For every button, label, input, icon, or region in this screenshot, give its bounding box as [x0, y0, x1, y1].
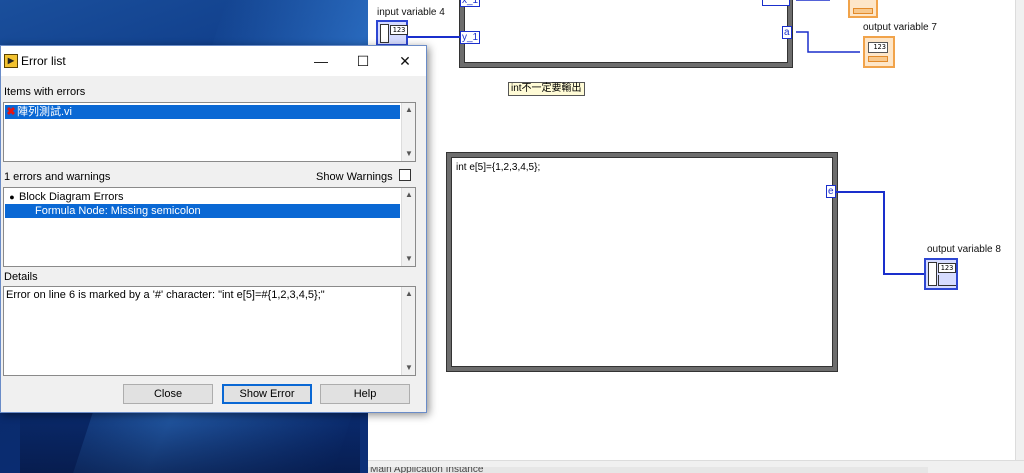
- details-label: Details: [4, 271, 38, 283]
- details-scrollbar[interactable]: ▲ ▼: [401, 287, 415, 375]
- node-numeric-glyph: 123: [868, 42, 888, 53]
- node-side: [380, 24, 389, 43]
- error-x-icon: ✖: [6, 106, 16, 118]
- errors-list[interactable]: ● Block Diagram Errors Formula Node: Miss…: [3, 187, 416, 267]
- items-with-errors-label: Items with errors: [4, 86, 86, 98]
- node-numeric-glyph: 123: [390, 25, 408, 35]
- close-button[interactable]: Close: [123, 384, 213, 404]
- item-name: 陣列測試.vi: [17, 106, 72, 118]
- node-numeric-glyph: 123: [938, 263, 956, 273]
- list-item[interactable]: ● Block Diagram Errors: [5, 190, 400, 204]
- show-warnings-checkbox[interactable]: [399, 169, 411, 181]
- details-box[interactable]: Error on line 6 is marked by a '#' chara…: [3, 286, 416, 376]
- status-bar-text: Main Application Instance: [370, 467, 484, 473]
- indicator-bar: [853, 8, 873, 14]
- show-error-button[interactable]: Show Error: [222, 384, 312, 404]
- input-variable-4-label: input variable 4: [377, 7, 445, 18]
- error-group-label: Block Diagram Errors: [19, 191, 124, 203]
- output-variable-7-node[interactable]: 123: [863, 36, 895, 68]
- dialog-titlebar[interactable]: ▶ Error list — ☐ ✕: [1, 46, 426, 76]
- list-item[interactable]: ✖陣列測試.vi: [5, 105, 400, 119]
- show-warnings-label[interactable]: Show Warnings: [316, 171, 393, 183]
- input-variable-4-node[interactable]: 123: [376, 20, 408, 46]
- status-bar: Main Application Instance: [368, 467, 928, 473]
- output-variable-7-label: output variable 7: [863, 22, 937, 33]
- wire-output-7[interactable]: [796, 31, 860, 53]
- diagram-comment[interactable]: int不一定要輸出: [508, 82, 585, 96]
- bullet-icon: ●: [9, 192, 15, 202]
- error-list-dialog[interactable]: ▶ Error list — ☐ ✕ Items with errors ✖陣列…: [0, 45, 427, 413]
- top-right-indicator[interactable]: [848, 0, 878, 18]
- maximize-button[interactable]: ☐: [345, 50, 381, 72]
- errors-count-label: 1 errors and warnings: [4, 171, 111, 183]
- node-lines: [938, 275, 956, 286]
- node-side: [928, 262, 937, 286]
- scroll-down-icon[interactable]: ▼: [402, 147, 416, 161]
- scroll-up-icon[interactable]: ▲: [402, 188, 416, 202]
- scroll-down-icon[interactable]: ▼: [402, 361, 416, 375]
- details-text: Error on line 6 is marked by a '#' chara…: [6, 289, 325, 301]
- block-diagram-canvas[interactable]: int e[5]={1,2,3,4,5}; input variable 4 1…: [368, 0, 1024, 473]
- errors-scrollbar[interactable]: ▲ ▼: [401, 188, 415, 266]
- output-variable-8-label: output variable 8: [927, 244, 1001, 255]
- scroll-down-icon[interactable]: ▼: [402, 252, 416, 266]
- tunnel-x1[interactable]: x_1: [460, 0, 481, 7]
- minimize-button[interactable]: —: [303, 50, 339, 72]
- output-variable-8-node[interactable]: 123: [924, 258, 958, 290]
- close-window-button[interactable]: ✕: [387, 50, 423, 72]
- scroll-up-icon[interactable]: ▲: [402, 287, 416, 301]
- tunnel-top-right[interactable]: [762, 0, 790, 6]
- indicator-bar: [868, 56, 888, 62]
- tunnel-y1[interactable]: y_1: [460, 31, 481, 44]
- tunnel-e[interactable]: e: [826, 185, 836, 198]
- help-button[interactable]: Help: [320, 384, 410, 404]
- list-item[interactable]: Formula Node: Missing semicolon: [5, 204, 400, 218]
- tunnel-a[interactable]: a: [782, 26, 792, 39]
- dialog-title: Error list: [21, 54, 66, 68]
- wire-output-8[interactable]: [835, 191, 924, 275]
- items-with-errors-list[interactable]: ✖陣列測試.vi ▲ ▼: [3, 102, 416, 162]
- scroll-up-icon[interactable]: ▲: [402, 103, 416, 117]
- wire-layer: [408, 0, 924, 275]
- items-scrollbar[interactable]: ▲ ▼: [401, 103, 415, 161]
- labview-app-icon: ▶: [4, 54, 18, 68]
- error-item-label: Formula Node: Missing semicolon: [35, 205, 201, 217]
- canvas-vertical-scrollbar[interactable]: [1015, 0, 1024, 460]
